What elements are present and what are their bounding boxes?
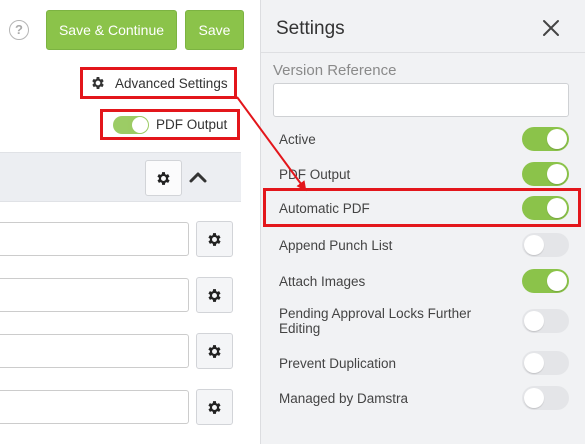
setting-label: Prevent Duplication — [279, 355, 397, 371]
attach-images-toggle[interactable] — [522, 269, 569, 293]
question-field-2[interactable] — [0, 278, 189, 312]
gear-icon — [208, 232, 221, 246]
save-button[interactable]: Save — [185, 10, 244, 50]
gear-icon — [208, 400, 221, 414]
setting-row-pending-approval: Pending Approval Locks Further Editing — [279, 306, 569, 336]
automatic-pdf-highlight — [263, 188, 581, 227]
pending-approval-toggle[interactable] — [522, 309, 569, 333]
setting-row-attach-images: Attach Images — [279, 269, 569, 293]
setting-row-pdf-output: PDF Output — [279, 162, 569, 186]
close-icon[interactable] — [541, 18, 561, 38]
append-punch-list-toggle[interactable] — [522, 233, 569, 257]
setting-row-prevent-duplication: Prevent Duplication — [279, 351, 569, 375]
setting-row-active: Active — [279, 127, 569, 151]
gear-icon — [92, 77, 104, 89]
setting-label: Pending Approval Locks Further Editing — [279, 306, 472, 336]
chevron-up-icon[interactable] — [186, 167, 210, 187]
advanced-settings-button[interactable]: Advanced Settings — [80, 67, 237, 99]
question-settings-button-4[interactable] — [196, 389, 233, 425]
save-continue-button[interactable]: Save & Continue — [46, 10, 177, 50]
version-reference-label: Version Reference — [273, 62, 397, 79]
setting-label: Append Punch List — [279, 237, 393, 253]
setting-row-append-punch-list: Append Punch List — [279, 233, 569, 257]
prevent-duplication-toggle[interactable] — [522, 351, 569, 375]
gear-icon — [208, 344, 221, 358]
question-settings-button-3[interactable] — [196, 333, 233, 369]
setting-label: Active — [279, 131, 316, 147]
gear-icon — [157, 171, 170, 185]
pdf-output-toggle[interactable] — [522, 162, 569, 186]
form-editor-pane: ? Save & Continue Save Advanced Settings… — [0, 0, 260, 444]
pdf-output-label: PDF Output — [156, 117, 228, 132]
setting-row-managed-by-damstra: Managed by Damstra — [279, 386, 569, 410]
divider — [261, 52, 585, 53]
question-settings-button-1[interactable] — [196, 221, 233, 257]
advanced-settings-label: Advanced Settings — [115, 75, 228, 91]
pdf-output-toggle[interactable] — [113, 115, 149, 134]
version-reference-input[interactable] — [273, 83, 569, 117]
question-field-3[interactable] — [0, 334, 189, 368]
pdf-output-toggle-row[interactable]: PDF Output — [100, 109, 240, 140]
section-header — [0, 152, 241, 202]
managed-by-damstra-toggle[interactable] — [522, 386, 569, 410]
settings-title: Settings — [276, 18, 345, 39]
section-settings-button[interactable] — [145, 160, 182, 196]
setting-label: Attach Images — [279, 273, 366, 289]
setting-label: PDF Output — [279, 166, 351, 182]
question-circle-icon[interactable]: ? — [9, 20, 29, 40]
gear-icon — [208, 288, 221, 302]
question-settings-button-2[interactable] — [196, 277, 233, 313]
setting-label: Managed by Damstra — [279, 390, 409, 406]
active-toggle[interactable] — [522, 127, 569, 151]
question-field-4[interactable] — [0, 390, 189, 424]
question-field-1[interactable] — [0, 222, 189, 256]
